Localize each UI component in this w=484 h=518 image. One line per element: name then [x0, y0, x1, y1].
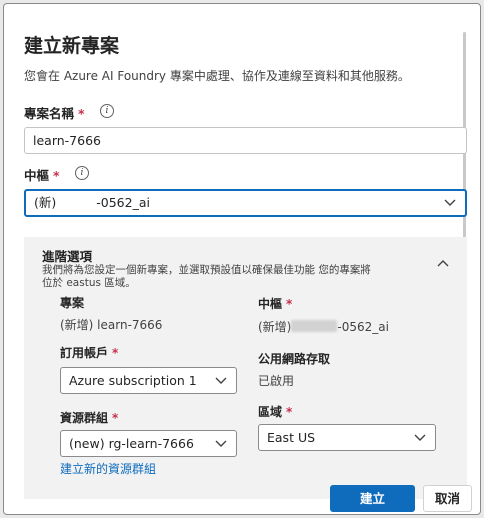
subscription-label: 訂用帳戶 *	[60, 346, 119, 360]
project-summary-value: (新增) learn-7666	[60, 318, 163, 332]
hub-summary-label: 中樞 *	[258, 297, 293, 311]
hub-select[interactable]: (新) -0562_ai	[24, 189, 467, 217]
resource-group-select[interactable]: (new) rg-learn-7666	[60, 430, 237, 457]
create-resource-group-link[interactable]: 建立新的資源群組	[60, 460, 156, 477]
cancel-button[interactable]: 取消	[423, 485, 472, 512]
dialog-title: 建立新專案	[24, 35, 120, 57]
required-mark: *	[286, 405, 293, 419]
required-mark: *	[112, 411, 119, 425]
project-name-label: 專案名稱 *	[24, 106, 85, 121]
required-mark: *	[53, 168, 60, 183]
hub-label: 中樞 *	[24, 168, 60, 183]
advanced-options-description: 我們將為您設定一個新專案，並選取預設值以確保最佳功能 您的專案將位於 eastu…	[42, 264, 371, 289]
required-mark: *	[112, 346, 119, 360]
chevron-up-icon[interactable]	[437, 259, 449, 267]
resource-group-label: 資源群組 *	[60, 411, 119, 425]
chevron-down-icon	[414, 434, 426, 441]
create-project-dialog: 建立新專案 您會在 Azure AI Foundry 專案中處理、協作及連線至資…	[3, 3, 481, 515]
network-access-value: 已啟用	[258, 374, 295, 388]
info-icon[interactable]: i	[100, 104, 114, 118]
subscription-select-value: Azure subscription 1	[69, 373, 197, 388]
region-label: 區域 *	[258, 405, 293, 419]
chevron-down-icon	[215, 440, 227, 447]
project-summary-label: 專案	[60, 296, 85, 310]
advanced-options-panel: 進階選項 我們將為您設定一個新專案，並選取預設值以確保最佳功能 您的專案將位於 …	[24, 237, 467, 499]
resource-group-select-value: (new) rg-learn-7666	[69, 436, 194, 451]
hub-select-suffix: -0562_ai	[96, 195, 150, 210]
create-button[interactable]: 建立	[330, 485, 415, 512]
hub-summary-value: (新增) -0562_ai	[258, 320, 389, 334]
chevron-down-icon	[444, 199, 456, 206]
dialog-subtitle: 您會在 Azure AI Foundry 專案中處理、協作及連線至資料和其他服務…	[24, 69, 410, 83]
advanced-options-title: 進階選項	[42, 249, 93, 264]
region-select[interactable]: East US	[258, 424, 436, 451]
project-name-input[interactable]: learn-7666	[24, 127, 467, 154]
info-icon[interactable]: i	[75, 166, 89, 180]
network-access-label: 公用網路存取	[258, 352, 331, 366]
required-mark: *	[78, 106, 85, 121]
chevron-down-icon	[215, 377, 227, 384]
hub-select-prefix: (新)	[34, 195, 57, 210]
required-mark: *	[286, 297, 293, 311]
redacted-text	[291, 320, 338, 332]
region-select-value: East US	[267, 430, 316, 445]
subscription-select[interactable]: Azure subscription 1	[60, 367, 237, 394]
